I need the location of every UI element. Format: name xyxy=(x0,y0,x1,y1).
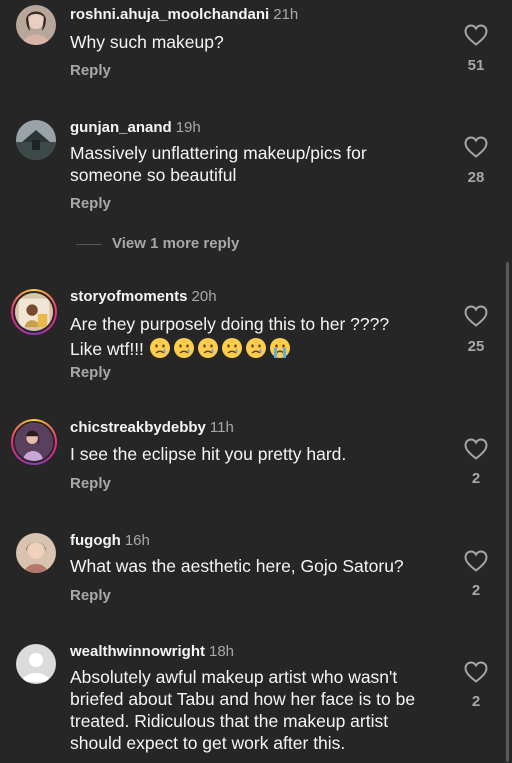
heart-outline-icon[interactable] xyxy=(464,305,488,327)
like-count: 2 xyxy=(471,470,481,487)
timestamp: 20h xyxy=(191,288,217,305)
like-count: 51 xyxy=(467,57,485,74)
loudly-crying-face-emoji xyxy=(269,338,290,358)
view-more-label[interactable]: View 1 more reply xyxy=(112,235,239,252)
reply-button[interactable]: Reply xyxy=(70,475,111,492)
default-avatar[interactable] xyxy=(16,644,56,684)
timestamp: 18h xyxy=(209,643,235,660)
crying-face-emoji xyxy=(173,338,194,358)
story-ring-avatar[interactable] xyxy=(11,289,57,335)
comment-text: Absolutely awful makeup artist who wasn'… xyxy=(70,667,416,753)
crying-face-emoji xyxy=(149,338,170,358)
comment-text-part: Like wtf!!! xyxy=(70,339,144,359)
like-count: 25 xyxy=(467,338,485,355)
comment-text-line: Are they purposely doing this to her ???… xyxy=(70,314,390,334)
like-count: 28 xyxy=(467,169,485,186)
comment-text: Massively unflattering makeup/pics for s… xyxy=(70,143,367,185)
crying-face-emoji xyxy=(245,338,266,358)
comment-text-line: Like wtf!!! xyxy=(70,337,450,360)
emoji-row xyxy=(149,338,293,359)
crying-face-emoji xyxy=(221,338,242,358)
avatar[interactable] xyxy=(16,5,56,45)
crying-face-emoji xyxy=(197,338,218,358)
story-ring-avatar[interactable] xyxy=(11,419,57,465)
timestamp: 19h xyxy=(175,119,201,136)
avatar[interactable] xyxy=(16,533,56,573)
timestamp: 21h xyxy=(273,6,299,23)
username[interactable]: wealthwinnowright xyxy=(70,643,205,660)
reply-button[interactable]: Reply xyxy=(70,62,111,79)
heart-outline-icon[interactable] xyxy=(464,24,488,46)
username[interactable]: gunjan_anand xyxy=(70,119,172,136)
username[interactable]: roshni.ahuja_moolchandani xyxy=(70,6,269,23)
comment-text: Are they purposely doing this to her ???… xyxy=(70,313,450,360)
reply-button[interactable]: Reply xyxy=(70,587,111,604)
heart-outline-icon[interactable] xyxy=(464,661,488,683)
reply-button[interactable]: Reply xyxy=(70,195,111,212)
timestamp: 11h xyxy=(209,419,234,436)
like-count: 2 xyxy=(471,693,481,710)
avatar[interactable] xyxy=(16,120,56,160)
timestamp: 16h xyxy=(124,532,150,549)
comment-text: Why such makeup? xyxy=(70,32,224,52)
heart-outline-icon[interactable] xyxy=(464,550,488,572)
scrollbar[interactable] xyxy=(506,262,509,762)
view-more-replies[interactable]: View 1 more reply xyxy=(76,235,239,252)
reply-button[interactable]: Reply xyxy=(70,364,111,381)
username[interactable]: chicstreakbydebby xyxy=(70,419,206,436)
comment-text: I see the eclipse hit you pretty hard. xyxy=(70,444,347,464)
heart-outline-icon[interactable] xyxy=(464,438,488,460)
comment-text: What was the aesthetic here, Gojo Satoru… xyxy=(70,556,404,576)
heart-outline-icon[interactable] xyxy=(464,136,488,158)
like-count: 2 xyxy=(471,582,481,599)
username[interactable]: fugogh xyxy=(70,532,121,549)
divider xyxy=(76,243,102,245)
username[interactable]: storyofmoments xyxy=(70,288,188,305)
